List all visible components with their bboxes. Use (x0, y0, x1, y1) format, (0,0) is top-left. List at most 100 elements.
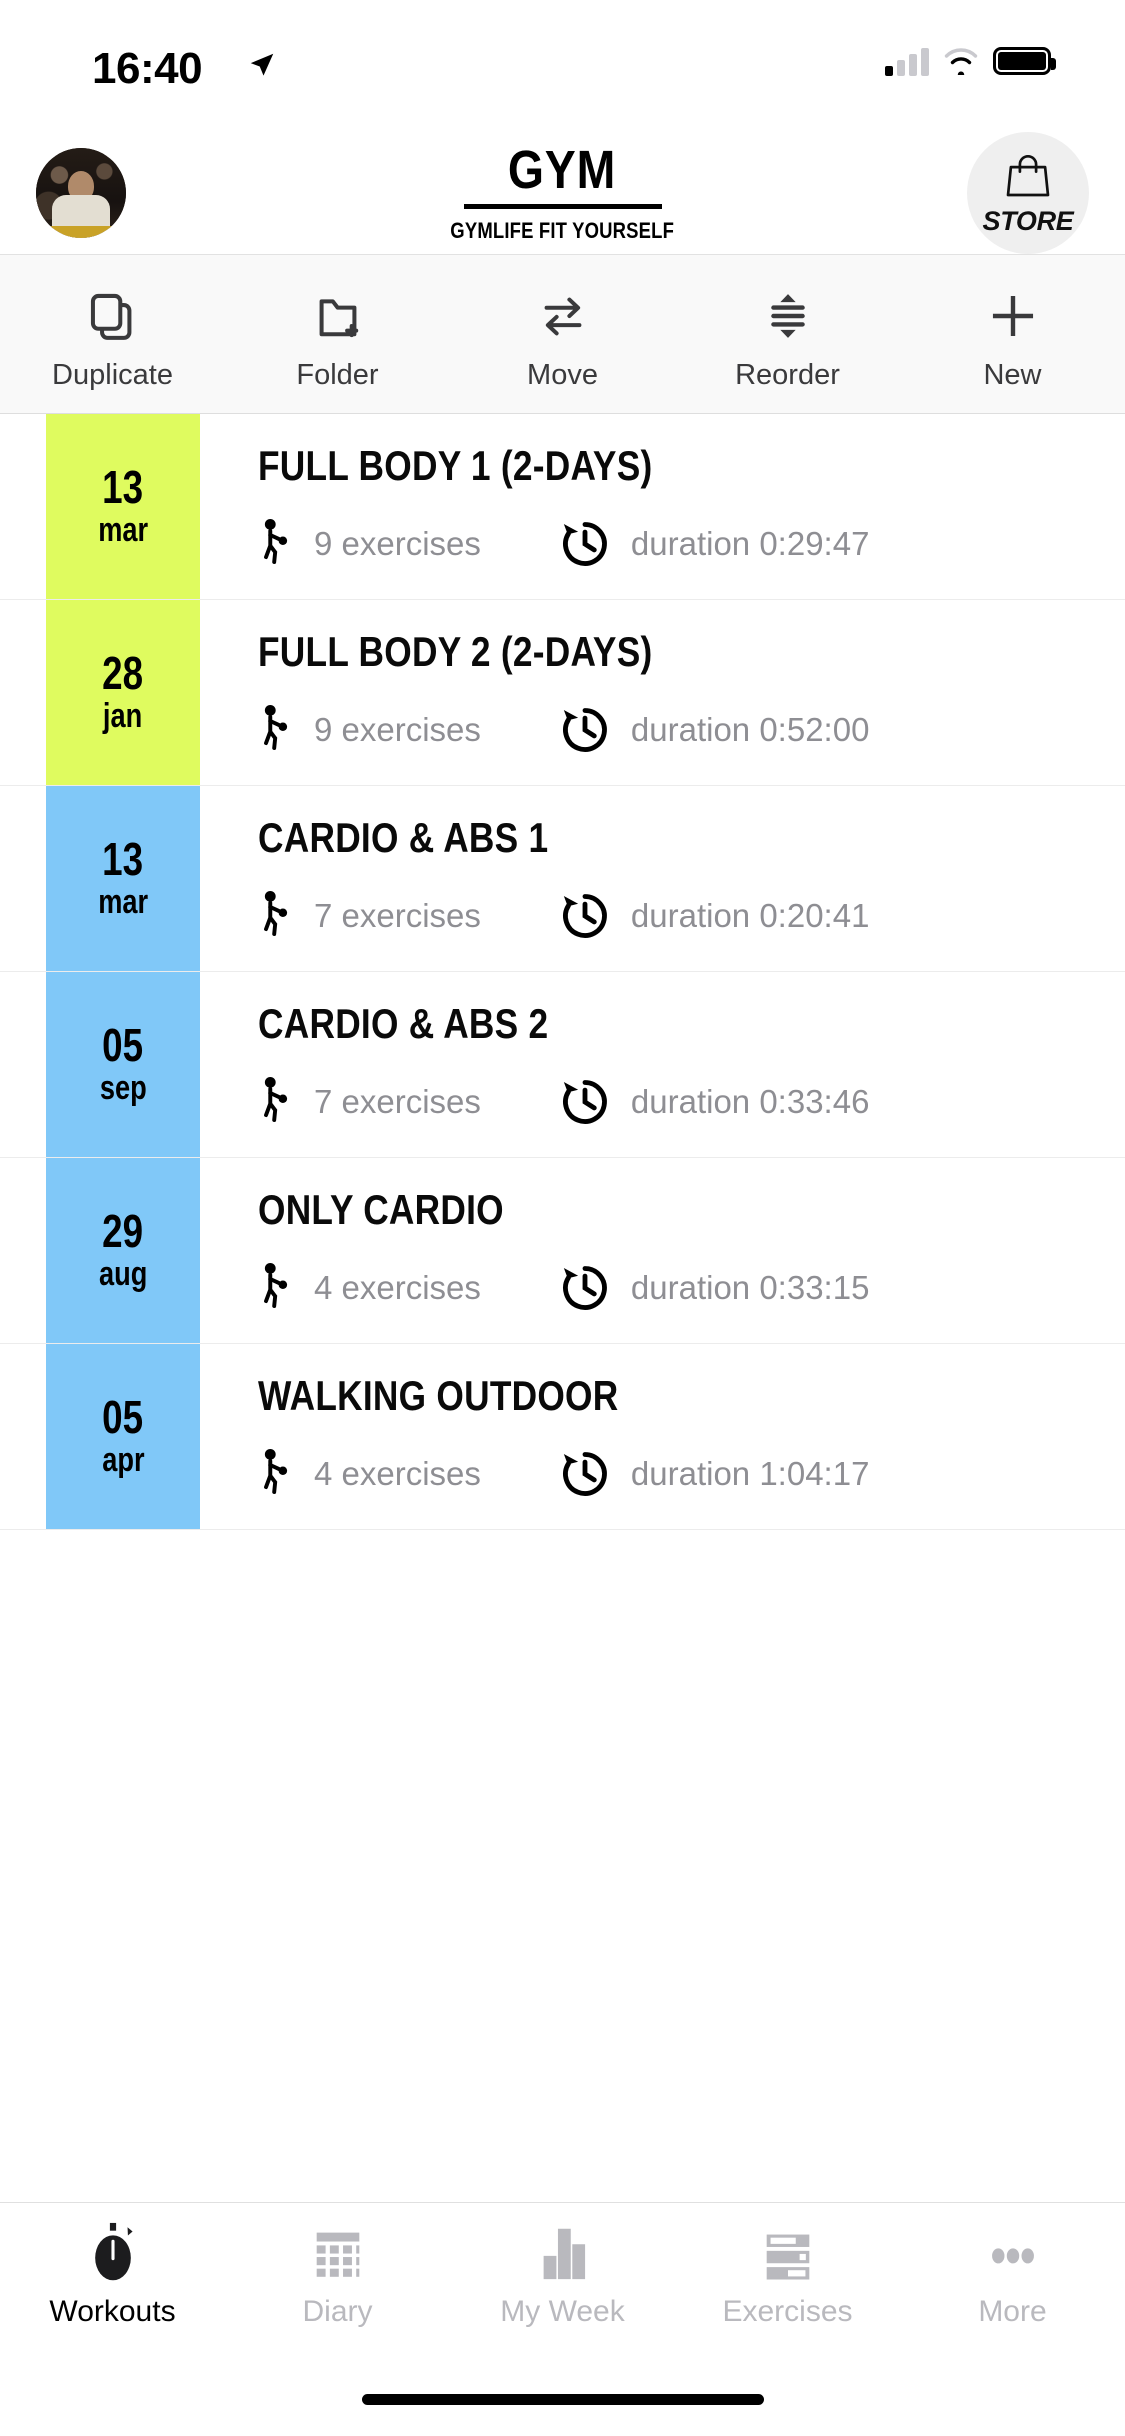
logo-tagline: GYMLIFE FIT YOURSELF (450, 217, 675, 243)
status-indicators (885, 46, 1056, 76)
exercises-meta: 7 exercises (258, 888, 481, 944)
date-month: aug (98, 1254, 148, 1293)
workout-row[interactable]: 13 mar FULL BODY 1 (2-DAYS) 9 exercises (0, 414, 1125, 600)
workout-title: WALKING OUTDOOR (258, 1371, 619, 1419)
duration-value: duration 0:33:15 (630, 1268, 870, 1306)
workout-info: FULL BODY 2 (2-DAYS) 9 exercises duratio… (200, 600, 1125, 785)
clock-history-icon (562, 1079, 607, 1124)
workout-list: 13 mar FULL BODY 1 (2-DAYS) 9 exercises (0, 414, 1125, 2202)
duration-value: duration 0:52:00 (630, 710, 870, 748)
bar-chart-icon (535, 2219, 591, 2283)
clock-history-icon (562, 893, 607, 938)
home-indicator[interactable] (0, 2362, 1125, 2436)
duration-value: duration 0:29:47 (630, 524, 870, 562)
tab-exercises[interactable]: Exercises (675, 2219, 900, 2329)
store-label: STORE (982, 205, 1074, 236)
duration-meta: duration 0:20:41 (559, 890, 870, 942)
exercises-meta: 9 exercises (258, 702, 481, 758)
workout-title: CARDIO & ABS 1 (258, 813, 549, 861)
date-day: 13 (102, 832, 144, 885)
date-day: 05 (102, 1390, 144, 1443)
tab-label: Exercises (722, 2295, 853, 2328)
workout-date-tile: 28 jan (46, 600, 200, 785)
tab-workouts[interactable]: Workouts (0, 2219, 225, 2329)
workout-info: ONLY CARDIO 4 exercises duration 0:33:15 (200, 1158, 1125, 1343)
duration-meta: duration 0:33:46 (559, 1076, 869, 1128)
avatar[interactable] (36, 148, 126, 238)
logo-divider (463, 203, 662, 209)
workout-title: FULL BODY 2 (2-DAYS) (258, 627, 653, 675)
person-exercise-icon (264, 518, 288, 564)
exercises-meta: 4 exercises (258, 1260, 481, 1316)
exercises-count: 4 exercises (314, 1454, 481, 1492)
duration-meta: duration 0:33:15 (559, 1262, 870, 1314)
date-day: 13 (102, 460, 144, 513)
tab-label: Diary (302, 2295, 373, 2328)
calendar-grid-icon (310, 2219, 366, 2283)
workout-row[interactable]: 28 jan FULL BODY 2 (2-DAYS) 9 exercises (0, 600, 1125, 786)
workout-title: ONLY CARDIO (258, 1185, 504, 1233)
duration-meta: duration 0:52:00 (559, 704, 870, 756)
clock-history-icon (562, 1451, 607, 1496)
action-toolbar: Duplicate Folder Move Reorder New (0, 254, 1125, 414)
workout-meta: 4 exercises duration 0:33:15 (258, 1260, 1125, 1316)
date-day: 28 (102, 646, 144, 699)
person-exercise-icon (264, 1262, 288, 1308)
workout-info: CARDIO & ABS 2 7 exercises duration 0:33… (200, 972, 1125, 1157)
toolbar-item-folder[interactable]: Folder (225, 283, 450, 392)
exercises-meta: 7 exercises (258, 1074, 481, 1130)
date-month: apr (101, 1440, 145, 1479)
toolbar-label: Duplicate (52, 358, 173, 391)
date-month: jan (103, 696, 143, 735)
ellipsis-icon (985, 2219, 1041, 2283)
date-month: mar (98, 882, 148, 921)
reorder-icon (757, 283, 819, 349)
duration-value: duration 0:20:41 (630, 896, 870, 934)
exercises-meta: 4 exercises (258, 1446, 481, 1502)
person-exercise-icon (264, 890, 288, 936)
workout-row[interactable]: 05 sep CARDIO & ABS 2 7 exercises durati… (0, 972, 1125, 1158)
workout-info: WALKING OUTDOOR 4 exercises duration 1:0… (200, 1344, 1125, 1529)
exercises-count: 9 exercises (314, 524, 481, 562)
store-button[interactable]: STORE (967, 132, 1089, 254)
date-month: mar (98, 510, 148, 549)
workout-title: FULL BODY 1 (2-DAYS) (258, 441, 653, 489)
app-screen: 16:40 GYM GYMLIFE FIT YOURSELF STORE Dup… (0, 0, 1125, 2436)
workout-info: CARDIO & ABS 1 7 exercises duration 0:20… (200, 786, 1125, 971)
list-rows-icon (760, 2219, 816, 2283)
workout-meta: 7 exercises duration 0:20:41 (258, 888, 1125, 944)
toolbar-label: New (983, 358, 1042, 391)
folder-add-icon (307, 283, 369, 349)
cellular-signal-icon (885, 46, 929, 76)
plus-icon (982, 283, 1044, 349)
stopwatch-icon (85, 2219, 141, 2283)
workout-date-tile: 13 mar (46, 786, 200, 971)
date-month: sep (99, 1068, 147, 1107)
workout-row[interactable]: 13 mar CARDIO & ABS 1 7 exercises durati… (0, 786, 1125, 972)
workout-row[interactable]: 05 apr WALKING OUTDOOR 4 exercises durat… (0, 1344, 1125, 1530)
page-title: GYM (508, 139, 617, 200)
workout-row[interactable]: 29 aug ONLY CARDIO 4 exercises duration … (0, 1158, 1125, 1344)
tab-diary[interactable]: Diary (225, 2219, 450, 2329)
date-day: 29 (102, 1204, 144, 1257)
toolbar-item-new[interactable]: New (900, 283, 1125, 392)
exercises-count: 4 exercises (314, 1268, 481, 1306)
toolbar-item-move[interactable]: Move (450, 283, 675, 392)
tab-label: More (978, 2295, 1047, 2328)
exercises-count: 7 exercises (314, 896, 481, 934)
duration-meta: duration 0:29:47 (559, 518, 870, 570)
app-logo: GYM GYMLIFE FIT YOURSELF (0, 132, 1125, 254)
duplicate-icon (82, 283, 144, 349)
exercises-count: 7 exercises (314, 1082, 481, 1120)
toolbar-label: Folder (296, 358, 379, 391)
tab-more[interactable]: More (900, 2219, 1125, 2329)
toolbar-item-reorder[interactable]: Reorder (675, 283, 900, 392)
workout-meta: 4 exercises duration 1:04:17 (258, 1446, 1125, 1502)
tab-my-week[interactable]: My Week (450, 2219, 675, 2329)
move-arrows-icon (532, 283, 594, 349)
exercises-meta: 9 exercises (258, 516, 481, 572)
workout-date-tile: 29 aug (46, 1158, 200, 1343)
workout-date-tile: 13 mar (46, 414, 200, 599)
clock-history-icon (562, 1265, 607, 1310)
toolbar-item-duplicate[interactable]: Duplicate (0, 283, 225, 392)
